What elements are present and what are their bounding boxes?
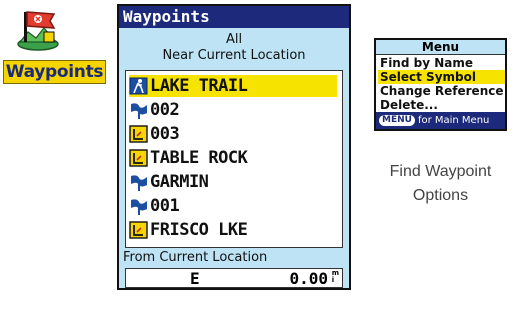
distance-field: E 0.00 m i: [125, 268, 343, 288]
menu-key-badge: MENU: [379, 115, 415, 126]
filter-line-2: Near Current Location: [162, 48, 306, 63]
screen-title: Waypoints: [119, 6, 349, 28]
caption-line-1: Find Waypoint: [389, 163, 492, 180]
waypoint-name: FRISCO LKE: [150, 220, 248, 240]
yellow-waypoint-icon: [129, 149, 148, 167]
waypoint-name: GARMIN: [150, 172, 209, 192]
waypoint-row[interactable]: 003: [129, 123, 337, 145]
waypoint-row[interactable]: FRISCO LKE: [129, 219, 337, 241]
menu-item-select-symbol[interactable]: Select Symbol: [378, 70, 505, 84]
menu-item-delete[interactable]: Delete...: [378, 98, 505, 112]
waypoints-flag-icon: [17, 11, 59, 51]
figure-caption: Find Waypoint Options: [374, 160, 507, 208]
distance-unit: m i: [332, 270, 339, 284]
direction-value: E: [190, 269, 200, 288]
waypoint-name: LAKE TRAIL: [150, 76, 248, 96]
waypoint-name: 001: [150, 196, 180, 216]
waypoint-name: 002: [150, 100, 180, 120]
menu-footer-text: for Main Menu: [417, 115, 490, 126]
waypoint-name: 003: [150, 124, 180, 144]
menu-item-change-reference[interactable]: Change Reference: [378, 84, 505, 98]
waypoints-screen: Waypoints All Near Current Location LAKE…: [117, 4, 351, 290]
waypoint-row[interactable]: TABLE ROCK: [129, 147, 337, 169]
options-menu: Menu Find by Name Select Symbol Change R…: [374, 38, 507, 131]
menu-footer: MENU for Main Menu: [376, 112, 505, 129]
footer-label: From Current Location: [123, 250, 268, 265]
waypoint-row[interactable]: 001: [129, 195, 337, 217]
waypoint-row[interactable]: LAKE TRAIL: [129, 75, 337, 97]
caption-line-2: Options: [412, 187, 469, 204]
distance-unit-bottom: i: [331, 276, 335, 284]
waypoint-name: TABLE ROCK: [150, 148, 248, 168]
trail-head-icon: [129, 77, 148, 95]
filter-line-1: All: [225, 32, 243, 47]
app-label: Waypoints: [3, 60, 106, 84]
filter-label[interactable]: All Near Current Location: [119, 32, 349, 64]
waypoint-row[interactable]: GARMIN: [129, 171, 337, 193]
menu-item-find-by-name[interactable]: Find by Name: [378, 56, 505, 70]
yellow-waypoint-icon: [129, 221, 148, 239]
blue-flag-icon: [131, 103, 147, 119]
distance-value: 0.00: [289, 269, 328, 288]
menu-title: Menu: [376, 40, 505, 55]
waypoint-row[interactable]: 002: [129, 99, 337, 121]
blue-flag-icon: [131, 199, 147, 215]
waypoint-list: LAKE TRAIL 002 003 TABLE ROCK GARMIN 001…: [125, 70, 343, 248]
yellow-waypoint-icon: [129, 125, 148, 143]
blue-flag-icon: [131, 175, 147, 191]
